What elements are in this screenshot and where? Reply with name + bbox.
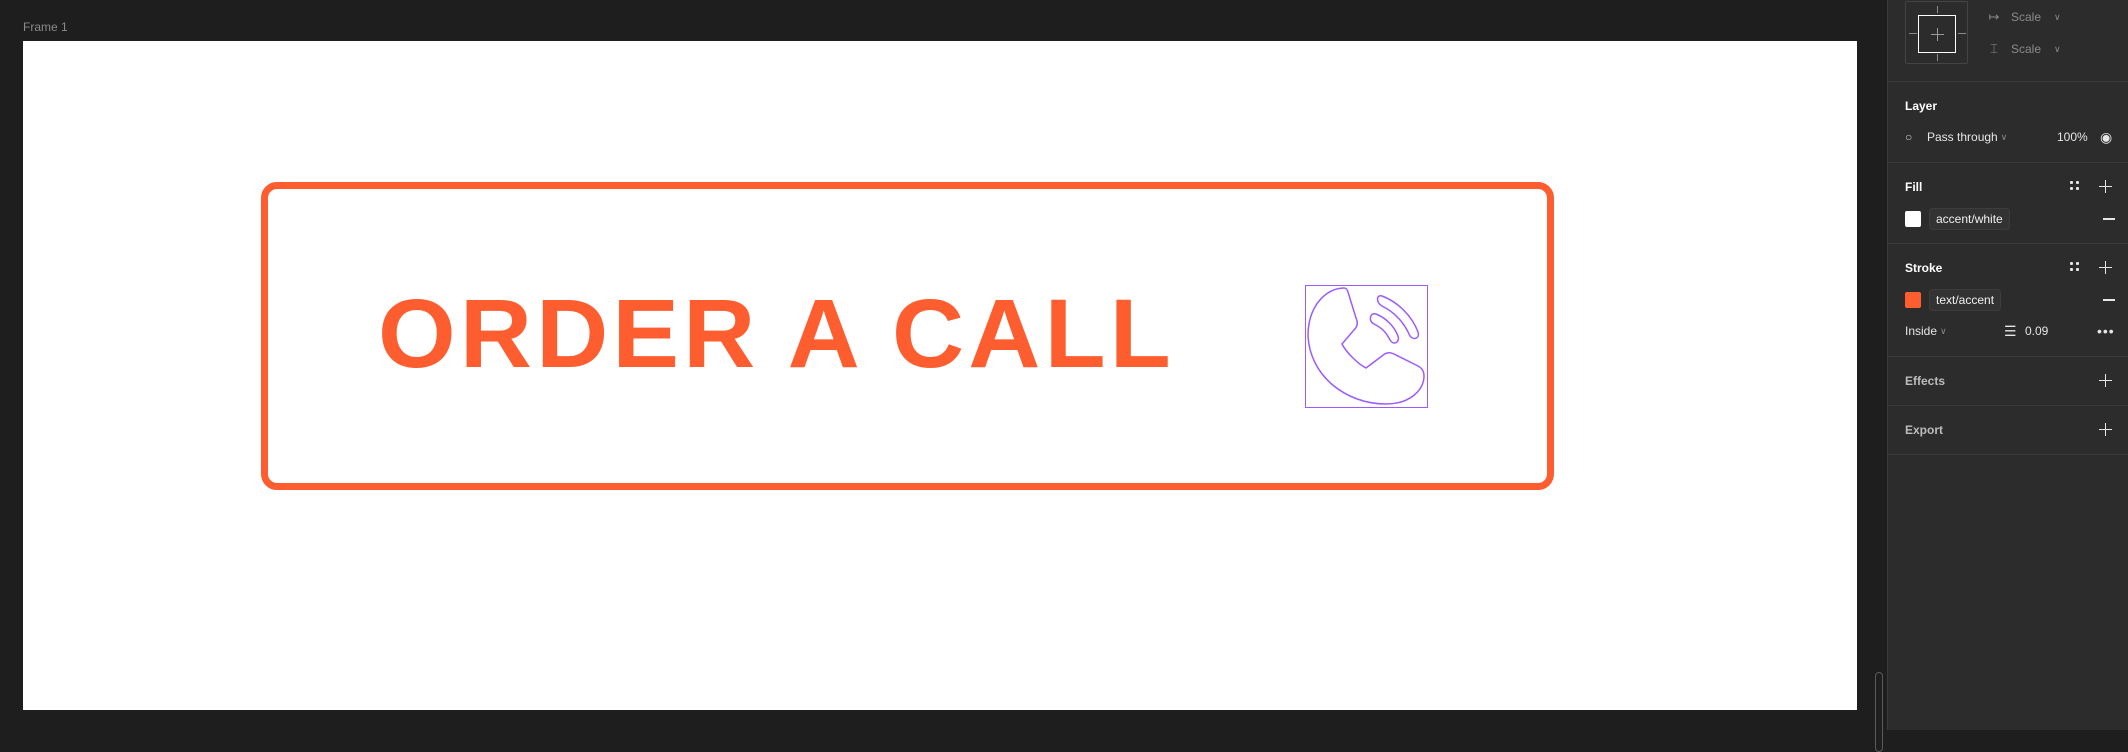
constraints-widget[interactable] <box>1905 1 1968 64</box>
vertical-constraint-select[interactable]: ⌶ Scale ∨ <box>1987 41 2061 57</box>
phone-call-icon <box>1307 287 1425 405</box>
style-grid-icon[interactable] <box>2070 181 2079 190</box>
stroke-weight-icon: ☰ <box>2004 322 2017 339</box>
stroke-settings-row: Inside ∨ ☰ 0.09 ••• <box>1905 322 2116 340</box>
constraint-inner-box <box>1918 15 1956 53</box>
chevron-down-icon: ∨ <box>2054 11 2061 22</box>
stroke-position-select[interactable]: Inside <box>1905 324 1937 338</box>
export-section-title: Export <box>1905 423 1944 437</box>
divider <box>1888 405 2128 406</box>
phone-call-icon-selection[interactable] <box>1305 285 1428 408</box>
stroke-weight-input[interactable]: 0.09 <box>2025 324 2048 338</box>
fill-row: accent/white <box>1905 208 2116 230</box>
design-canvas[interactable]: Frame 1 ORDER A CALL <box>0 0 1887 752</box>
stroke-style-chip[interactable]: text/accent <box>1929 289 2002 311</box>
layer-opacity-input[interactable]: 100% <box>2057 130 2088 144</box>
chevron-down-icon: ∨ <box>1940 325 1947 336</box>
blend-mode-drop-icon: ○ <box>1905 130 1913 144</box>
constraint-bottom-tick[interactable] <box>1937 54 1938 61</box>
layer-row: ○ Pass through ∨ 100% ◉ <box>1905 129 2116 146</box>
vertical-constraint-icon: ⌶ <box>1990 41 1998 56</box>
button-label[interactable]: ORDER A CALL <box>378 285 1175 382</box>
constraint-top-tick[interactable] <box>1937 6 1938 13</box>
more-options-icon[interactable]: ••• <box>2097 323 2115 339</box>
fill-swatch[interactable] <box>1905 211 1921 227</box>
fill-section-title: Fill <box>1905 180 1923 194</box>
frame-label[interactable]: Frame 1 <box>23 20 68 34</box>
fill-style-chip[interactable]: accent/white <box>1929 208 2010 230</box>
canvas-scrollbar[interactable] <box>1875 672 1883 752</box>
constraint-left-tick[interactable] <box>1909 33 1917 34</box>
horizontal-constraint-icon: ↦ <box>1988 9 2000 24</box>
layer-section-title: Layer <box>1905 99 1938 113</box>
order-call-button-component[interactable]: ORDER A CALL <box>261 182 1554 490</box>
remove-fill-icon[interactable] <box>2103 218 2115 220</box>
frame[interactable]: ORDER A CALL <box>23 41 1857 710</box>
divider <box>1888 454 2128 455</box>
horizontal-constraint-select[interactable]: ↦ Scale ∨ <box>1987 9 2061 25</box>
constraint-right-tick[interactable] <box>1958 33 1966 34</box>
eye-icon[interactable]: ◉ <box>2100 129 2112 146</box>
vertical-constraint-value: Scale <box>2011 42 2042 56</box>
chevron-down-icon: ∨ <box>2000 131 2008 142</box>
divider <box>1888 243 2128 244</box>
blend-mode-select[interactable]: Pass through <box>1927 130 1998 144</box>
add-export-icon[interactable] <box>2099 423 2112 436</box>
horizontal-constraint-value: Scale <box>2011 10 2042 24</box>
divider <box>1888 81 2128 82</box>
divider <box>1888 162 2128 163</box>
effects-section-title: Effects <box>1905 374 1946 388</box>
stroke-row: text/accent <box>1905 289 2116 311</box>
stroke-swatch[interactable] <box>1905 292 1921 308</box>
add-effect-icon[interactable] <box>2099 374 2112 387</box>
add-fill-icon[interactable] <box>2099 180 2112 193</box>
chevron-down-icon: ∨ <box>2054 43 2061 54</box>
constraint-center-v <box>1937 28 1938 41</box>
divider <box>1888 356 2128 357</box>
style-grid-icon[interactable] <box>2070 262 2079 271</box>
properties-panel: ↦ Scale ∨ ⌶ Scale ∨ Layer ○ Pass through ∨ … <box>1887 0 2128 730</box>
remove-stroke-icon[interactable] <box>2103 299 2115 301</box>
stroke-section-title: Stroke <box>1905 261 1943 275</box>
add-stroke-icon[interactable] <box>2099 261 2112 274</box>
